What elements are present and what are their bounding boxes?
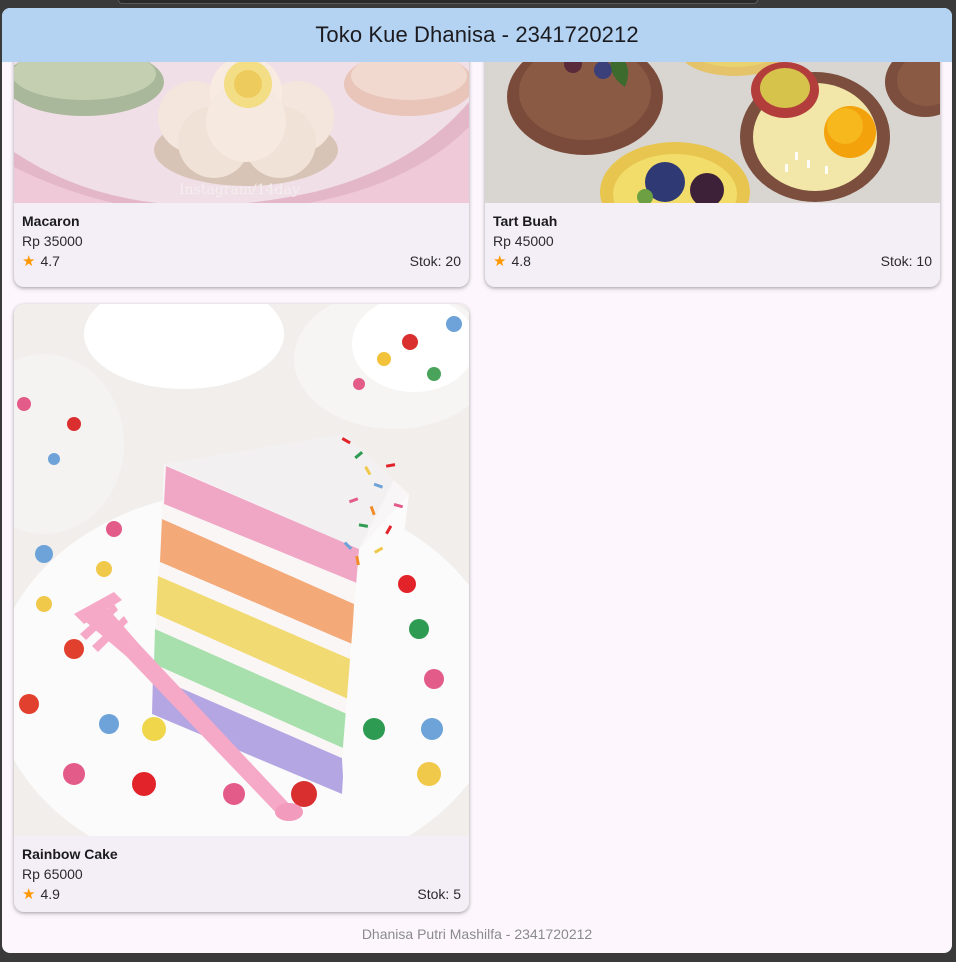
star-icon: ★	[22, 885, 36, 903]
product-info-rainbow-cake: Rainbow Cake Rp 65000 ★ 4.9 Stok: 5	[14, 836, 469, 912]
rating-value: 4.9	[40, 886, 60, 902]
app-title: Toko Kue Dhanisa - 2341720212	[315, 22, 639, 47]
product-name: Tart Buah	[493, 213, 558, 229]
app-bar: Toko Kue Dhanisa - 2341720212	[2, 8, 952, 62]
product-stock: Stok: 5	[417, 886, 461, 902]
rainbow-cake-photo	[14, 304, 469, 836]
product-info-macaron: Macaron Rp 35000 ★ 4.7 Stok: 20	[14, 203, 469, 287]
star-icon: ★	[493, 252, 507, 270]
product-stock: Stok: 20	[409, 253, 461, 269]
image-watermark: Instagram/14day	[179, 182, 300, 198]
product-price: Rp 45000	[493, 233, 554, 249]
os-title-pill	[118, 0, 758, 4]
product-card-tart-buah[interactable]: Tart Buah Rp 45000 ★ 4.8 Stok: 10	[485, 62, 940, 287]
app-window: Toko Kue Dhanisa - 2341720212 Instagram/…	[2, 8, 952, 953]
product-name: Macaron	[22, 213, 80, 229]
product-rating: ★ 4.8	[493, 253, 531, 269]
star-icon: ★	[22, 252, 36, 270]
rating-value: 4.8	[511, 253, 531, 269]
product-rating: ★ 4.9	[22, 886, 60, 902]
product-stock: Stok: 10	[880, 253, 932, 269]
rating-value: 4.7	[40, 253, 60, 269]
macaron-photo: Instagram/14day	[14, 62, 469, 203]
product-card-macaron[interactable]: Instagram/14day Macaron Rp 35000 ★ 4.7 S…	[14, 62, 469, 287]
product-image-rainbow-cake	[14, 304, 469, 836]
footer-credit: Dhanisa Putri Mashilfa - 2341720212	[361, 926, 593, 942]
product-price: Rp 35000	[22, 233, 83, 249]
tart-photo	[485, 62, 940, 203]
product-price: Rp 65000	[22, 866, 83, 882]
product-grid[interactable]: Instagram/14day Macaron Rp 35000 ★ 4.7 S…	[2, 62, 952, 953]
product-info-tart-buah: Tart Buah Rp 45000 ★ 4.8 Stok: 10	[485, 203, 940, 287]
product-image-macaron: Instagram/14day	[14, 62, 469, 203]
product-image-tart-buah	[485, 62, 940, 203]
product-name: Rainbow Cake	[22, 846, 118, 862]
product-card-rainbow-cake[interactable]: Rainbow Cake Rp 65000 ★ 4.9 Stok: 5	[14, 304, 469, 912]
product-rating: ★ 4.7	[22, 253, 60, 269]
